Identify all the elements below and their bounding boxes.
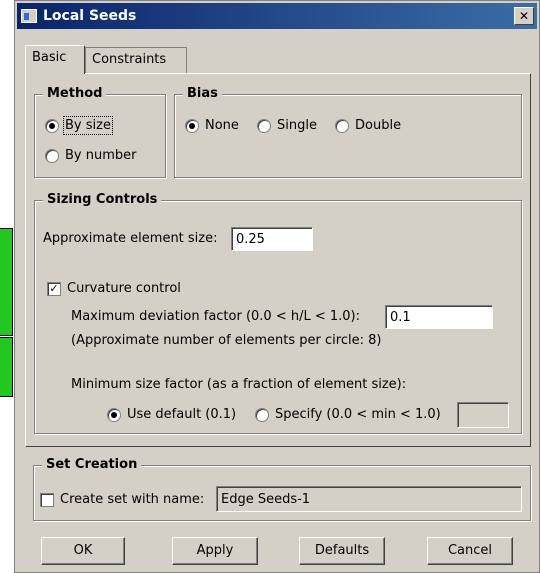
bias-double-option[interactable]: Double: [335, 118, 401, 133]
use-default-option[interactable]: Use default (0.1): [107, 407, 236, 422]
tab-constraints[interactable]: Constraints: [85, 47, 187, 73]
window-title: Local Seeds: [43, 8, 137, 24]
specify-label: Specify (0.0 < min < 1.0): [275, 407, 441, 422]
min-size-factor-label: Minimum size factor (as a fraction of el…: [71, 377, 407, 392]
curvature-control-option[interactable]: ✓ Curvature control: [47, 281, 181, 296]
radio-bias-double[interactable]: [335, 118, 349, 133]
local-seeds-dialog: Local Seeds ✕ Basic Constraints Method B…: [14, 0, 540, 573]
radio-bias-single[interactable]: [257, 118, 271, 133]
title-bar[interactable]: Local Seeds ✕: [17, 3, 537, 29]
set-creation-group: Set Creation Create set with name:: [33, 457, 531, 521]
deviation-factor-input[interactable]: [385, 305, 493, 329]
sizing-controls-group: Sizing Controls Approximate element size…: [34, 192, 522, 434]
sizing-controls-title: Sizing Controls: [43, 192, 162, 207]
method-by-number-label: By number: [65, 148, 137, 163]
radio-specify[interactable]: [255, 407, 269, 422]
method-by-size-option[interactable]: By size: [45, 116, 113, 135]
method-group: Method By size By number: [34, 86, 166, 178]
defaults-button[interactable]: Defaults: [299, 537, 385, 565]
specify-min-size-input[interactable]: [457, 402, 509, 428]
bias-none-option[interactable]: None: [185, 118, 239, 133]
ok-button[interactable]: OK: [41, 537, 125, 565]
background-green-shape-lower: [0, 337, 13, 397]
radio-use-default[interactable]: [107, 407, 121, 422]
window-app-icon: [21, 9, 37, 23]
curvature-control-checkbox[interactable]: ✓: [47, 281, 61, 296]
element-size-input[interactable]: [231, 227, 313, 251]
bias-none-label: None: [205, 118, 239, 133]
method-by-number-option[interactable]: By number: [45, 148, 136, 163]
background-green-shape-upper: [0, 228, 13, 336]
basic-tab-panel: Method By size By number Bias None Singl…: [25, 73, 531, 447]
set-creation-title: Set Creation: [42, 457, 142, 472]
method-by-size-label: By size: [63, 116, 113, 135]
radio-by-number[interactable]: [45, 148, 59, 163]
method-group-title: Method: [43, 86, 107, 101]
apply-button[interactable]: Apply: [172, 537, 258, 565]
specify-option[interactable]: Specify (0.0 < min < 1.0): [255, 407, 441, 422]
create-set-checkbox[interactable]: [40, 492, 54, 507]
radio-bias-none[interactable]: [185, 118, 199, 133]
set-name-input[interactable]: [216, 486, 522, 512]
create-set-option[interactable]: Create set with name:: [40, 492, 204, 507]
bias-group: Bias None Single Double: [174, 86, 522, 178]
bias-single-option[interactable]: Single: [257, 118, 317, 133]
deviation-factor-label: Maximum deviation factor (0.0 < h/L < 1.…: [71, 309, 361, 324]
create-set-label: Create set with name:: [60, 492, 205, 507]
bias-single-label: Single: [277, 118, 317, 133]
close-button[interactable]: ✕: [514, 7, 534, 25]
elements-per-circle-note: (Approximate number of elements per circ…: [71, 333, 382, 348]
tab-basic[interactable]: Basic: [25, 45, 85, 74]
bias-double-label: Double: [355, 118, 402, 133]
element-size-label: Approximate element size:: [43, 231, 218, 246]
use-default-label: Use default (0.1): [127, 407, 237, 422]
cancel-button[interactable]: Cancel: [427, 537, 513, 565]
bias-group-title: Bias: [183, 86, 222, 101]
curvature-control-label: Curvature control: [67, 281, 181, 296]
radio-by-size[interactable]: [45, 118, 59, 133]
